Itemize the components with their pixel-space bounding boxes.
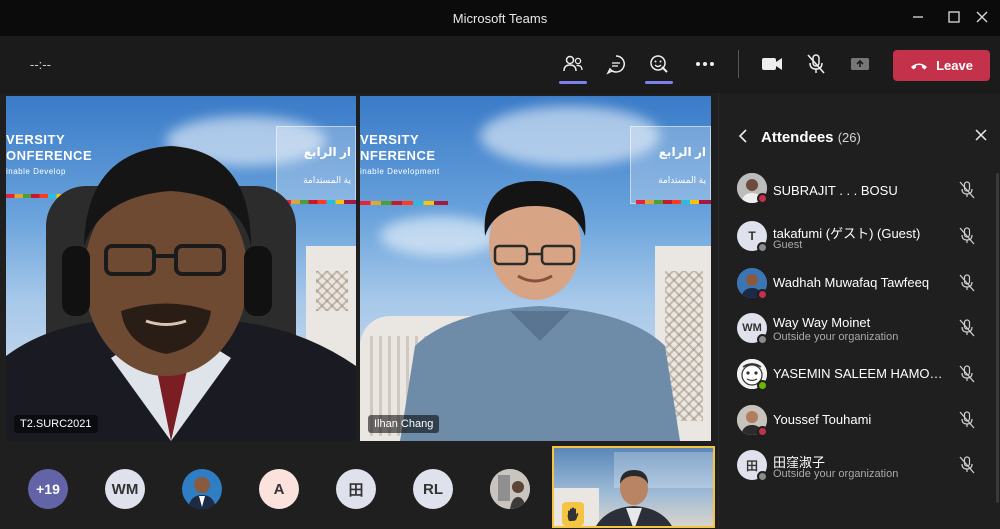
status-busy-indicator (757, 426, 768, 437)
participant-name-tag: Ilhan Chang (368, 415, 440, 433)
participant-avatar[interactable]: 田 (336, 469, 376, 509)
attendee-name: Youssef Touhami (773, 412, 872, 427)
mic-off-icon (807, 54, 825, 74)
participant-avatar[interactable]: A (259, 469, 299, 509)
attendee-name: SUBRAJIT . . . BOSU (773, 183, 898, 198)
ellipsis-icon (696, 62, 714, 66)
close-icon (975, 129, 987, 141)
share-tray-icon (851, 58, 869, 70)
more-participants-button[interactable]: +19 (28, 469, 68, 509)
person-photo-icon (490, 469, 530, 509)
participant-video-frame (6, 146, 356, 441)
video-camera-icon (762, 58, 782, 70)
mic-off-icon (959, 227, 975, 250)
attendees-count: (26) (837, 130, 861, 145)
raised-hand-icon (567, 507, 579, 521)
reactions-button[interactable] (643, 48, 675, 84)
camera-button[interactable] (756, 48, 788, 80)
status-offline-indicator (757, 334, 768, 345)
close-window-button[interactable] (968, 6, 996, 30)
toolbar-divider (738, 50, 739, 78)
mic-off-icon (959, 181, 975, 204)
attendee-subtitle: Outside your organization (773, 331, 899, 343)
minimize-button[interactable] (904, 6, 932, 30)
window-title: Microsoft Teams (452, 11, 548, 26)
attendee-subtitle: Guest (773, 239, 803, 251)
attendee-row[interactable]: 田 田窪淑子 Outside your organization (719, 442, 1000, 488)
attendees-panel: Attendees (26) SUBRAJIT . . . BOSU T tak… (718, 93, 1000, 529)
raise-hand-badge (562, 502, 584, 526)
video-tile-speaker-2[interactable]: VERSITY NFERENCE inable Development ار ا… (360, 96, 711, 441)
mic-off-icon (959, 274, 975, 297)
mic-off-icon (959, 365, 975, 388)
attendee-row[interactable]: T takafumi (ゲスト) (Guest) Guest (719, 213, 1000, 259)
participant-video-frame (400, 181, 680, 441)
attendee-row[interactable]: Wadhah Muwafaq Tawfeeq (719, 260, 1000, 306)
attendee-row[interactable]: YASEMIN SALEEM HAMOOD ... (719, 351, 1000, 397)
participant-avatar[interactable]: WM (105, 469, 145, 509)
attendees-title: Attendees (26) (761, 129, 861, 146)
call-timer: --:-- (30, 57, 51, 72)
maximize-icon (948, 11, 960, 23)
mic-off-icon (959, 456, 975, 479)
attendee-row[interactable]: WM Way Way Moinet Outside your organizat… (719, 305, 1000, 351)
chevron-left-icon (738, 129, 747, 143)
mic-off-icon (959, 411, 975, 434)
participant-avatar[interactable]: RL (413, 469, 453, 509)
mute-button[interactable] (800, 48, 832, 80)
participant-strip: +19 WM A 田 RL (0, 445, 716, 529)
reaction-hand-icon (650, 55, 668, 73)
show-participants-button[interactable] (557, 48, 589, 84)
close-panel-button[interactable] (974, 128, 988, 147)
status-offline-indicator (757, 471, 768, 482)
call-toolbar: --:-- Leave (0, 36, 1000, 93)
close-icon (976, 11, 988, 23)
participant-avatar-photo[interactable] (182, 469, 222, 509)
leave-button[interactable]: Leave (893, 50, 990, 81)
share-screen-button[interactable] (844, 48, 876, 80)
attendee-subtitle: Outside your organization (773, 468, 899, 480)
status-busy-indicator (757, 193, 768, 204)
attendee-name: YASEMIN SALEEM HAMOOD ... (773, 366, 951, 381)
status-offline-indicator (757, 242, 768, 253)
back-button[interactable] (737, 128, 749, 149)
maximize-button[interactable] (940, 6, 968, 30)
chat-icon (606, 55, 625, 75)
status-available-indicator (757, 380, 768, 391)
leave-label: Leave (936, 58, 973, 73)
show-chat-button[interactable] (600, 48, 632, 80)
mic-off-icon (959, 319, 975, 342)
participant-avatar-photo[interactable] (490, 469, 530, 509)
video-tile-speaker-1[interactable]: VERSITY ONFERENCE inable Develop ار الرا… (6, 96, 356, 441)
title-bar: Microsoft Teams (0, 0, 1000, 36)
more-actions-button[interactable] (689, 48, 721, 80)
self-view-video[interactable] (552, 446, 715, 528)
attendees-header: Attendees (26) (719, 125, 1000, 149)
attendee-row[interactable]: Youssef Touhami (719, 397, 1000, 443)
person-photo-icon (188, 477, 216, 509)
panel-scrollbar[interactable] (996, 173, 999, 503)
people-icon (563, 55, 583, 72)
attendee-name: Way Way Moinet (773, 315, 871, 330)
minimize-icon (913, 16, 923, 18)
hang-up-icon (911, 63, 928, 69)
participant-name-tag: T2.SURC2021 (14, 415, 98, 433)
attendee-name: Wadhah Muwafaq Tawfeeq (773, 275, 930, 290)
status-busy-indicator (757, 289, 768, 300)
